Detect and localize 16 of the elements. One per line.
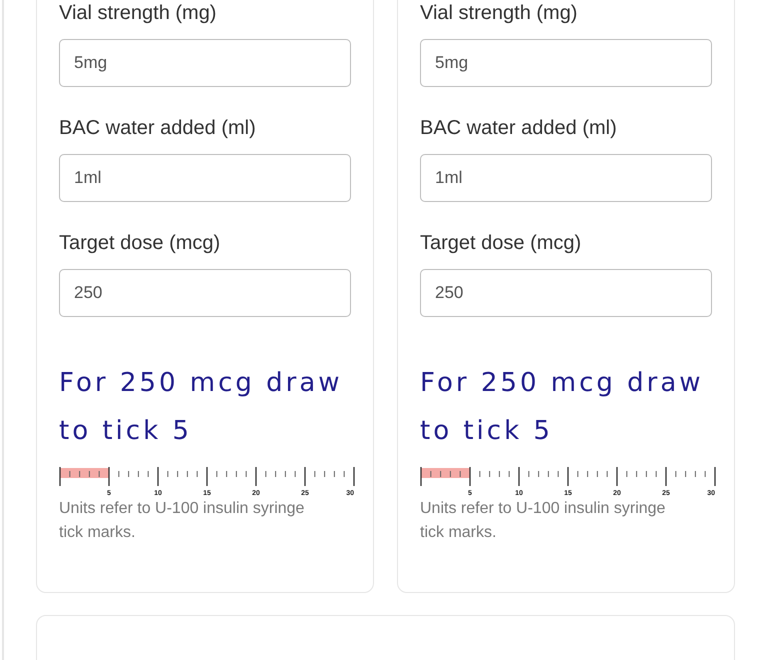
input-field[interactable]: 5mg [420,39,712,87]
input-field[interactable]: 250 [59,269,351,317]
input-field[interactable]: 1ml [59,154,351,202]
field-label: BAC water added (ml) [420,116,618,140]
input-field[interactable]: 1ml [420,154,712,202]
result-text: For 250 mcg draw to tick 5 [420,367,705,448]
field-label: BAC water added (ml) [59,116,257,140]
field-label: Target dose (mcg) [59,231,222,255]
input-field[interactable]: 5mg [59,39,351,87]
field-label: Vial strength (mg) [59,1,218,25]
result-text: For 250 mcg draw to tick 5 [59,367,344,448]
field-label: Vial strength (mg) [420,1,578,25]
note-text: Units refer to U-100 insulin syringe tick marks. [420,499,666,543]
input-field[interactable]: 250 [420,269,712,317]
field-label: Target dose (mcg) [420,231,582,255]
note-text: Units refer to U-100 insulin syringe tick marks. [59,499,306,543]
